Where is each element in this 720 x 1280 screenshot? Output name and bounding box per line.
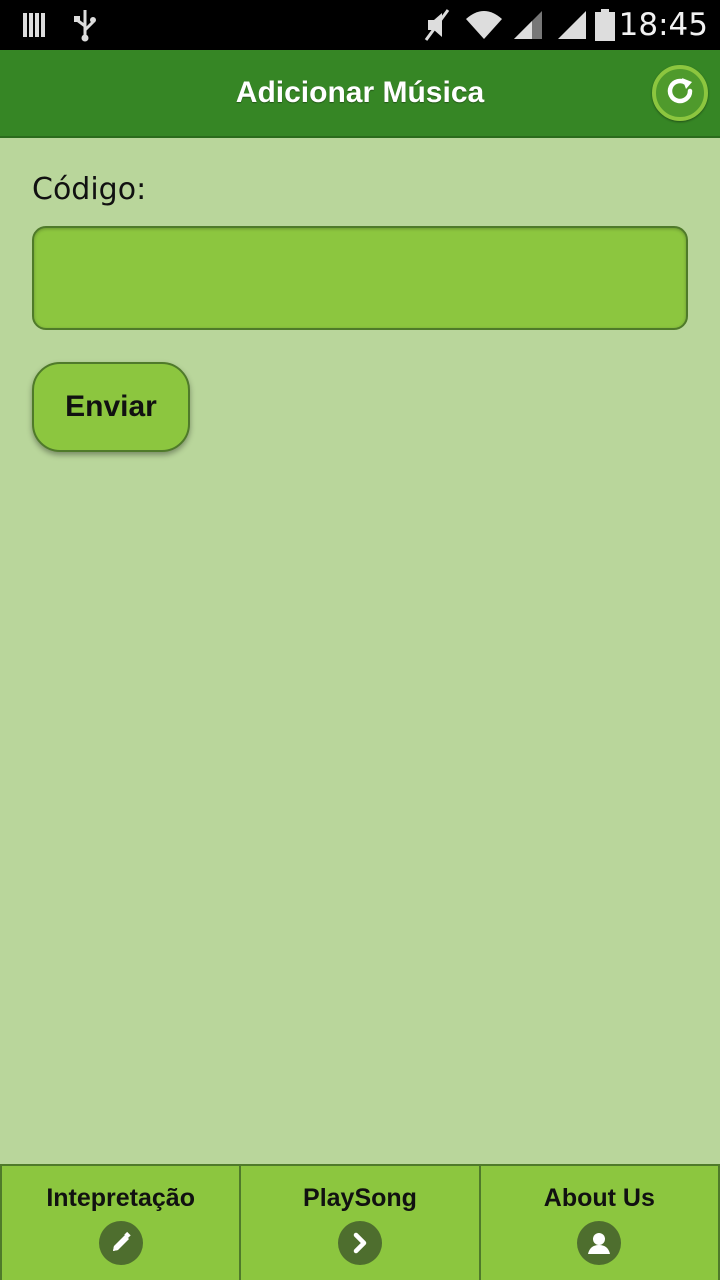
nav-item-about-us[interactable]: About Us [481,1166,720,1280]
status-time: 18:45 [618,7,708,43]
signal-icon [512,0,544,50]
chevron-right-icon [337,1221,382,1265]
pencil-icon [98,1221,143,1265]
page-title: Adicionar Música [235,76,485,109]
send-button[interactable]: Enviar [32,362,190,452]
usb-icon [72,0,98,50]
status-bar: 18:45 [0,0,720,50]
nav-item-label: Intepretação [46,1184,195,1212]
refresh-button[interactable] [652,65,708,121]
battery-icon [594,0,616,50]
nav-item-playsong[interactable]: PlaySong [241,1166,481,1280]
nav-item-label: About Us [543,1184,655,1212]
mute-icon [422,0,452,50]
code-input[interactable] [32,226,688,330]
wifi-icon [464,0,504,50]
user-icon [577,1221,622,1265]
sim-icon [22,0,48,50]
nav-item-interpretacao[interactable]: Intepretação [0,1166,242,1280]
nav-item-label: PlaySong [303,1184,417,1212]
header: Adicionar Música [0,50,720,138]
code-label: Código: [32,172,147,207]
footer-nav: Intepretação PlaySong About Us [0,1164,720,1280]
signal-icon [556,0,588,50]
refresh-icon [663,74,697,113]
